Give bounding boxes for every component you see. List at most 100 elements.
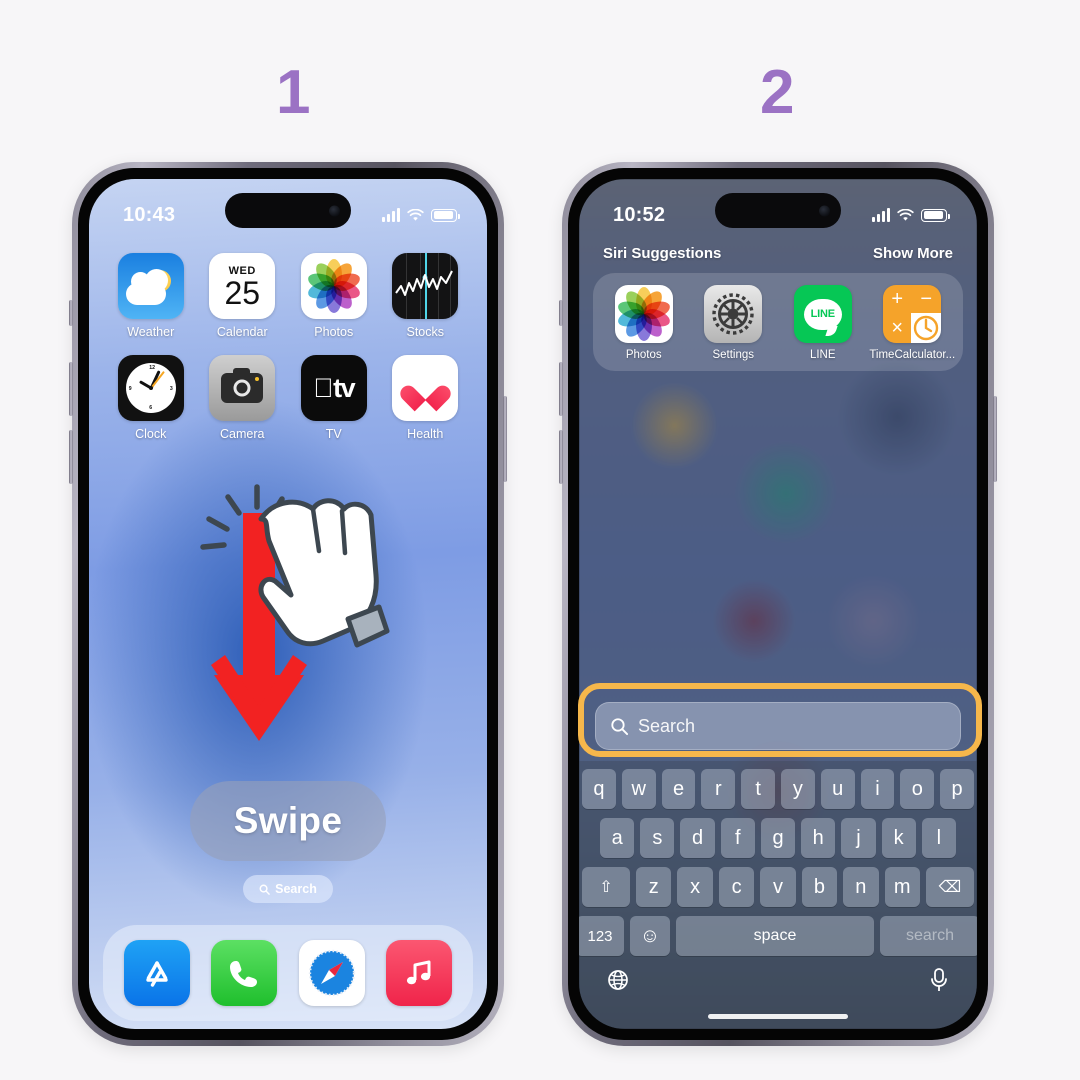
key-c[interactable]: c — [718, 867, 755, 907]
battery-icon — [921, 208, 950, 222]
volume-down-button[interactable] — [69, 430, 73, 484]
globe-icon[interactable] — [606, 968, 630, 992]
siri-app-line[interactable]: LINE LINE — [778, 285, 868, 361]
app-label: Clock — [135, 427, 167, 441]
space-key[interactable]: space — [676, 916, 874, 956]
wifi-icon — [407, 208, 424, 221]
power-button[interactable] — [993, 396, 997, 482]
key-x[interactable]: x — [677, 867, 713, 907]
key-i[interactable]: i — [860, 769, 895, 809]
phone1-screen: 10:43 Weather WED 25 Calendar Photos Sto… — [89, 179, 487, 1029]
home-search-pill[interactable]: Search — [243, 875, 333, 903]
app-label: LINE — [809, 349, 836, 361]
key-g[interactable]: g — [760, 818, 796, 858]
keyboard-row-1: q w e r t y u i o p — [582, 769, 974, 809]
key-u[interactable]: u — [820, 769, 855, 809]
key-m[interactable]: m — [884, 867, 920, 907]
phone-mockup-step-2: 10:52 Siri Suggestions Show More Photos … — [559, 162, 997, 1046]
key-q[interactable]: q — [582, 769, 616, 809]
show-more-button[interactable]: Show More — [873, 245, 953, 262]
app-camera[interactable]: Camera — [197, 355, 289, 441]
dock — [103, 925, 473, 1021]
app-clock[interactable]: 12 3 6 9 Clock — [105, 355, 197, 441]
key-k[interactable]: k — [881, 818, 916, 858]
app-weather[interactable]: Weather — [105, 253, 197, 339]
settings-icon — [704, 285, 763, 343]
swipe-label-pill: Swipe — [190, 781, 386, 861]
mute-switch[interactable] — [559, 300, 563, 326]
key-b[interactable]: b — [801, 867, 838, 907]
emoji-key[interactable]: ☺ — [630, 916, 670, 956]
calc-times: × — [883, 313, 912, 343]
key-d[interactable]: d — [680, 818, 715, 858]
siri-suggestions-list: Photos Settings LINE LINE + − × TimeCalc… — [593, 273, 963, 371]
stocks-icon — [392, 253, 459, 319]
cellular-signal-icon — [382, 207, 400, 222]
music-icon[interactable] — [386, 940, 453, 1006]
shift-key[interactable]: ⇧ — [582, 867, 631, 907]
key-n[interactable]: n — [843, 867, 879, 907]
search-icon — [259, 884, 270, 895]
status-clock: 10:43 — [123, 203, 176, 226]
key-a[interactable]: a — [600, 818, 635, 858]
step-number-2: 2 — [760, 58, 794, 127]
app-label: TV — [325, 427, 342, 441]
siri-app-settings[interactable]: Settings — [689, 285, 779, 361]
appstore-icon[interactable] — [123, 940, 190, 1006]
key-o[interactable]: o — [900, 769, 935, 809]
photos-pinwheel — [615, 287, 672, 341]
siri-suggestions-header: Siri Suggestions Show More — [603, 245, 953, 262]
app-tv[interactable]: tv TV — [288, 355, 380, 441]
mute-switch[interactable] — [69, 300, 73, 326]
calendar-day: 25 — [224, 275, 261, 312]
keyboard-row-3: ⇧ z x c v b n m ⌫ — [582, 867, 974, 907]
swipe-gesture-overlay: Swipe Search — [89, 479, 487, 903]
app-label: Photos — [625, 349, 662, 361]
key-f[interactable]: f — [720, 818, 755, 858]
app-label: Health — [407, 427, 444, 441]
power-button[interactable] — [503, 396, 507, 482]
volume-down-button[interactable] — [559, 430, 563, 484]
siri-app-timecalculator[interactable]: + − × TimeCalculator... — [868, 285, 958, 361]
key-y[interactable]: y — [781, 769, 815, 809]
phone-icon[interactable] — [211, 940, 278, 1006]
search-placeholder: Search — [638, 715, 696, 736]
home-indicator — [708, 1014, 848, 1019]
photos-icon — [300, 253, 367, 319]
key-l[interactable]: l — [921, 818, 956, 858]
volume-up-button[interactable] — [559, 362, 563, 416]
siri-app-photos[interactable]: Photos — [599, 285, 689, 361]
tv-icon: tv — [300, 355, 367, 421]
key-r[interactable]: r — [701, 769, 736, 809]
backspace-key[interactable]: ⌫ — [925, 867, 974, 907]
search-input[interactable]: Search — [595, 702, 961, 750]
key-j[interactable]: j — [841, 818, 876, 858]
app-label: Settings — [712, 349, 755, 361]
calendar-icon: WED 25 — [209, 253, 276, 319]
photos-icon — [614, 285, 673, 343]
search-return-key[interactable]: search — [880, 916, 977, 956]
app-stocks[interactable]: Stocks — [380, 253, 472, 339]
key-s[interactable]: s — [640, 818, 675, 858]
key-h[interactable]: h — [801, 818, 836, 858]
microphone-icon[interactable] — [928, 967, 950, 993]
tv-logo-text: tv — [323, 372, 356, 403]
numbers-key[interactable]: 123 — [579, 916, 624, 956]
timecalculator-icon: + − × — [883, 285, 942, 343]
phone2-screen: 10:52 Siri Suggestions Show More Photos … — [579, 179, 977, 1029]
key-v[interactable]: v — [760, 867, 796, 907]
app-photos[interactable]: Photos — [288, 253, 380, 339]
calc-clock-icon — [911, 313, 942, 343]
app-health[interactable]: Health — [380, 355, 472, 441]
key-t[interactable]: t — [741, 769, 775, 809]
photos-pinwheel — [305, 259, 362, 313]
tutorial-page: 1 2 10:43 Weather WED 25 Calendar Photos… — [0, 0, 1080, 1080]
volume-up-button[interactable] — [69, 362, 73, 416]
key-e[interactable]: e — [661, 769, 696, 809]
key-p[interactable]: p — [940, 769, 974, 809]
app-calendar[interactable]: WED 25 Calendar — [197, 253, 289, 339]
safari-icon[interactable] — [298, 940, 365, 1006]
key-z[interactable]: z — [636, 867, 672, 907]
app-label: Photos — [314, 325, 354, 339]
key-w[interactable]: w — [621, 769, 656, 809]
